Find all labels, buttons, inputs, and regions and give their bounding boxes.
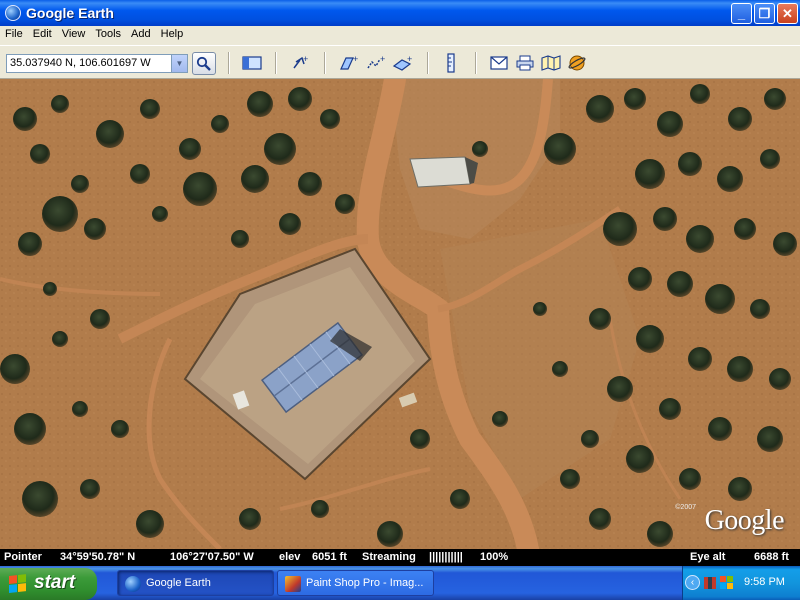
sidebar-toggle-icon bbox=[242, 56, 262, 70]
toolbar-separator bbox=[228, 52, 230, 74]
pointer-latitude: 34°59'50.78" N bbox=[60, 551, 136, 563]
start-button[interactable]: start bbox=[0, 568, 97, 600]
title-bar[interactable]: Google Earth _ ❐ ✕ bbox=[0, 0, 800, 26]
sidebar-toggle-button[interactable] bbox=[240, 52, 264, 75]
start-label: start bbox=[34, 572, 76, 593]
paint-shop-pro-icon bbox=[285, 576, 301, 592]
toolbar-separator bbox=[275, 52, 277, 74]
elevation-value: 6051 ft bbox=[312, 551, 347, 563]
fly-to-value: 35.037940 N, 106.601697 W bbox=[10, 57, 151, 69]
map-viewport[interactable]: ©2007 Google bbox=[0, 79, 800, 549]
eye-alt-value: 6688 ft bbox=[754, 551, 789, 563]
taskbar-item-paint-shop-pro[interactable]: Paint Shop Pro - Imag... bbox=[277, 570, 434, 596]
menu-file[interactable]: File bbox=[0, 26, 28, 40]
pointer-label: Pointer bbox=[4, 551, 42, 563]
system-tray: ‹ 9:58 PM bbox=[682, 566, 800, 600]
placemark-icon: + bbox=[293, 54, 308, 69]
svg-text:+: + bbox=[407, 54, 412, 64]
menu-view[interactable]: View bbox=[57, 26, 91, 40]
status-bar: Pointer 34°59'50.78" N 106°27'07.50" W e… bbox=[0, 549, 800, 566]
streaming-percent: 100% bbox=[480, 551, 509, 563]
streaming-label: Streaming bbox=[362, 551, 416, 563]
google-earth-icon bbox=[125, 576, 141, 592]
menu-bar: File Edit View Tools Add Help bbox=[0, 26, 800, 45]
windows-flag-icon[interactable] bbox=[720, 576, 734, 590]
add-image-overlay-button[interactable]: + bbox=[391, 52, 415, 75]
search-icon bbox=[196, 56, 211, 71]
google-earth-icon bbox=[5, 5, 21, 21]
windows-logo-icon bbox=[9, 574, 27, 594]
ruler-icon bbox=[447, 53, 455, 73]
path-icon: + bbox=[367, 54, 385, 69]
menu-tools[interactable]: Tools bbox=[90, 26, 126, 40]
print-button[interactable] bbox=[513, 52, 537, 75]
svg-text:+: + bbox=[303, 54, 308, 64]
elevation-label: elev bbox=[279, 551, 301, 563]
email-button[interactable] bbox=[487, 52, 511, 75]
chevron-down-icon[interactable]: ▼ bbox=[171, 55, 187, 72]
placemark-button[interactable]: + bbox=[288, 52, 312, 75]
search-button[interactable] bbox=[192, 52, 216, 75]
window-title: Google Earth bbox=[26, 5, 114, 21]
menu-add[interactable]: Add bbox=[126, 26, 156, 40]
pointer-longitude: 106°27'07.50" W bbox=[170, 551, 254, 563]
add-polygon-button[interactable]: + bbox=[337, 52, 361, 75]
clock[interactable]: 9:58 PM bbox=[744, 576, 785, 588]
taskbar-item-google-earth[interactable]: Google Earth bbox=[117, 570, 274, 596]
maximize-button[interactable]: ❐ bbox=[754, 3, 775, 24]
print-icon bbox=[516, 55, 534, 71]
show-hidden-icons-button[interactable]: ‹ bbox=[685, 575, 700, 590]
taskbar-item-label: Paint Shop Pro - Imag... bbox=[306, 577, 424, 589]
imagery-attribution: ©2007 bbox=[675, 504, 696, 511]
ruler-button[interactable] bbox=[439, 52, 463, 75]
menu-edit[interactable]: Edit bbox=[28, 26, 57, 40]
svg-text:+: + bbox=[353, 54, 358, 64]
google-maps-icon bbox=[541, 55, 561, 71]
minimize-button[interactable]: _ bbox=[731, 3, 752, 24]
tray-app-icon[interactable] bbox=[703, 576, 717, 590]
toolbar: 35.037940 N, 106.601697 W ▼ + + + + bbox=[0, 45, 800, 79]
svg-text:+: + bbox=[380, 54, 385, 64]
taskbar: start Google Earth Paint Shop Pro - Imag… bbox=[0, 566, 800, 600]
email-icon bbox=[490, 56, 508, 70]
sky-icon bbox=[568, 55, 586, 71]
menu-help[interactable]: Help bbox=[156, 26, 189, 40]
close-button[interactable]: ✕ bbox=[777, 3, 798, 24]
streaming-progress: ||||||||||| bbox=[429, 551, 463, 563]
view-in-google-maps-button[interactable] bbox=[539, 52, 563, 75]
satellite-imagery bbox=[0, 79, 800, 549]
toolbar-separator bbox=[475, 52, 477, 74]
fly-to-input[interactable]: 35.037940 N, 106.601697 W ▼ bbox=[6, 54, 188, 73]
sky-button[interactable] bbox=[565, 52, 589, 75]
add-path-button[interactable]: + bbox=[364, 52, 388, 75]
google-logo: Google bbox=[704, 505, 785, 536]
toolbar-separator bbox=[427, 52, 429, 74]
toolbar-separator bbox=[324, 52, 326, 74]
eye-alt-label: Eye alt bbox=[690, 551, 726, 563]
polygon-icon: + bbox=[340, 54, 358, 70]
image-overlay-icon: + bbox=[392, 54, 412, 71]
taskbar-item-label: Google Earth bbox=[146, 577, 211, 589]
